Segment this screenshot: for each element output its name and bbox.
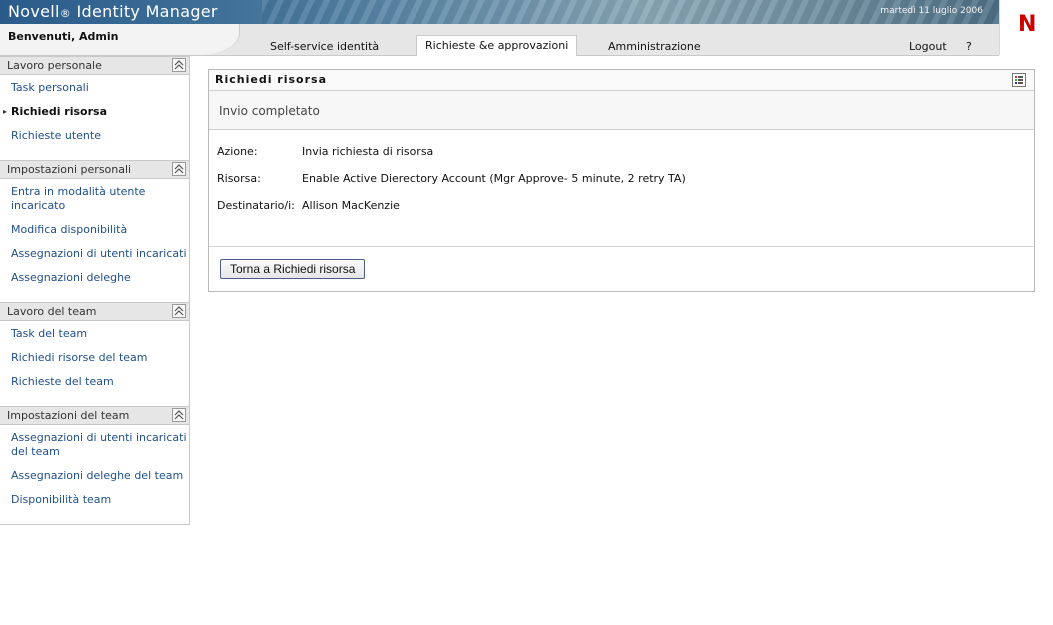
- sidebar-item-richieste-utente[interactable]: Richieste utente: [11, 129, 189, 143]
- brand-product: Identity Manager: [71, 2, 218, 21]
- request-resource-panel: Richiedi risorsa Invio completato Azione…: [208, 69, 1035, 292]
- panel-header: Richiedi risorsa: [209, 70, 1034, 91]
- brand-name: Novell: [8, 2, 60, 21]
- sidebar-section-title: Impostazioni del team: [7, 409, 130, 422]
- novell-logo: N: [999, 0, 1053, 55]
- help-link[interactable]: ?: [966, 40, 972, 53]
- status-row: Invio completato: [209, 91, 1034, 130]
- sidebar-section-title: Lavoro personale: [7, 59, 102, 72]
- sidebar-item-delegate-assignments[interactable]: Assegnazioni deleghe: [11, 271, 189, 285]
- panel-menu-icon[interactable]: [1012, 73, 1026, 87]
- button-row: Torna a Richiedi risorsa: [209, 246, 1034, 292]
- current-date: martedì 11 luglio 2006: [880, 6, 983, 16]
- novell-n-logo-icon: N: [1018, 12, 1037, 37]
- collapse-section-button[interactable]: [172, 304, 186, 318]
- app-title: Novell® Identity Manager: [8, 2, 218, 21]
- sidebar-item-team-requests[interactable]: Richieste del team: [11, 375, 189, 389]
- sidebar-section-header-personal-settings: Impostazioni personali: [0, 160, 189, 179]
- back-to-request-resource-button[interactable]: Torna a Richiedi risorsa: [220, 259, 366, 279]
- collapse-section-button[interactable]: [172, 58, 186, 72]
- welcome-message: Benvenuti, Admin: [8, 30, 119, 43]
- logout-link[interactable]: Logout: [909, 40, 947, 53]
- tab-requests-approvals[interactable]: Richieste &e approvazioni: [416, 35, 578, 56]
- sidebar-item-proxy-assignments[interactable]: Assegnazioni di utenti incaricati: [11, 247, 189, 261]
- panel-title: Richiedi risorsa: [215, 73, 327, 86]
- resource-label: Risorsa:: [217, 172, 261, 185]
- action-value: Invia richiesta di risorsa: [302, 145, 434, 158]
- sidebar-item-team-proxy-assignments[interactable]: Assegnazioni di utenti incaricati del te…: [11, 431, 189, 459]
- sidebar-item-proxy-mode[interactable]: Entra in modalità utente incaricato: [11, 185, 189, 213]
- recipient-value: Allison MacKenzie: [302, 199, 400, 212]
- sidebar-item-team-availability[interactable]: Disponibilità team: [11, 493, 189, 507]
- sidebar-item-team-delegate-assignments[interactable]: Assegnazioni deleghe del team: [11, 469, 189, 483]
- tab-administration[interactable]: Amministrazione: [600, 37, 709, 56]
- submission-status: Invio completato: [219, 104, 320, 118]
- action-label: Azione:: [217, 145, 258, 158]
- sidebar-section-title: Lavoro del team: [7, 305, 97, 318]
- sidebar-section-header-team-work: Lavoro del team: [0, 302, 189, 321]
- collapse-section-button[interactable]: [172, 162, 186, 176]
- sidebar-item-edit-availability[interactable]: Modifica disponibilità: [11, 223, 189, 237]
- double-chevron-up-icon: [174, 60, 184, 70]
- header-banner: Novell® Identity Manager martedì 11 lugl…: [0, 0, 999, 24]
- sidebar-section-header-work: Lavoro personale: [0, 56, 189, 75]
- sidebar-item-task-personali[interactable]: Task personali: [11, 81, 189, 95]
- double-chevron-up-icon: [174, 410, 184, 420]
- collapse-section-button[interactable]: [172, 408, 186, 422]
- sidebar-section-title: Impostazioni personali: [7, 163, 132, 176]
- sidebar-item-team-request-resources[interactable]: Richiedi risorse del team: [11, 351, 189, 365]
- double-chevron-up-icon: [174, 306, 184, 316]
- current-item-bullet-icon: ▸: [3, 107, 8, 116]
- sidebar-section-header-team-settings: Impostazioni del team: [0, 406, 189, 425]
- sidebar-item-richiedi-risorsa[interactable]: Richiedi risorsa: [11, 105, 189, 119]
- recipient-label: Destinatario/i:: [217, 199, 295, 212]
- brand-registered-mark: ®: [59, 7, 72, 20]
- sidebar-item-team-tasks[interactable]: Task del team: [11, 327, 189, 341]
- resource-value: Enable Active Dierectory Account (Mgr Ap…: [302, 172, 686, 185]
- tab-self-service[interactable]: Self-service identità: [262, 37, 387, 56]
- double-chevron-up-icon: [174, 164, 184, 174]
- sidebar: Lavoro personale Task personali ▸ Richie…: [0, 56, 190, 525]
